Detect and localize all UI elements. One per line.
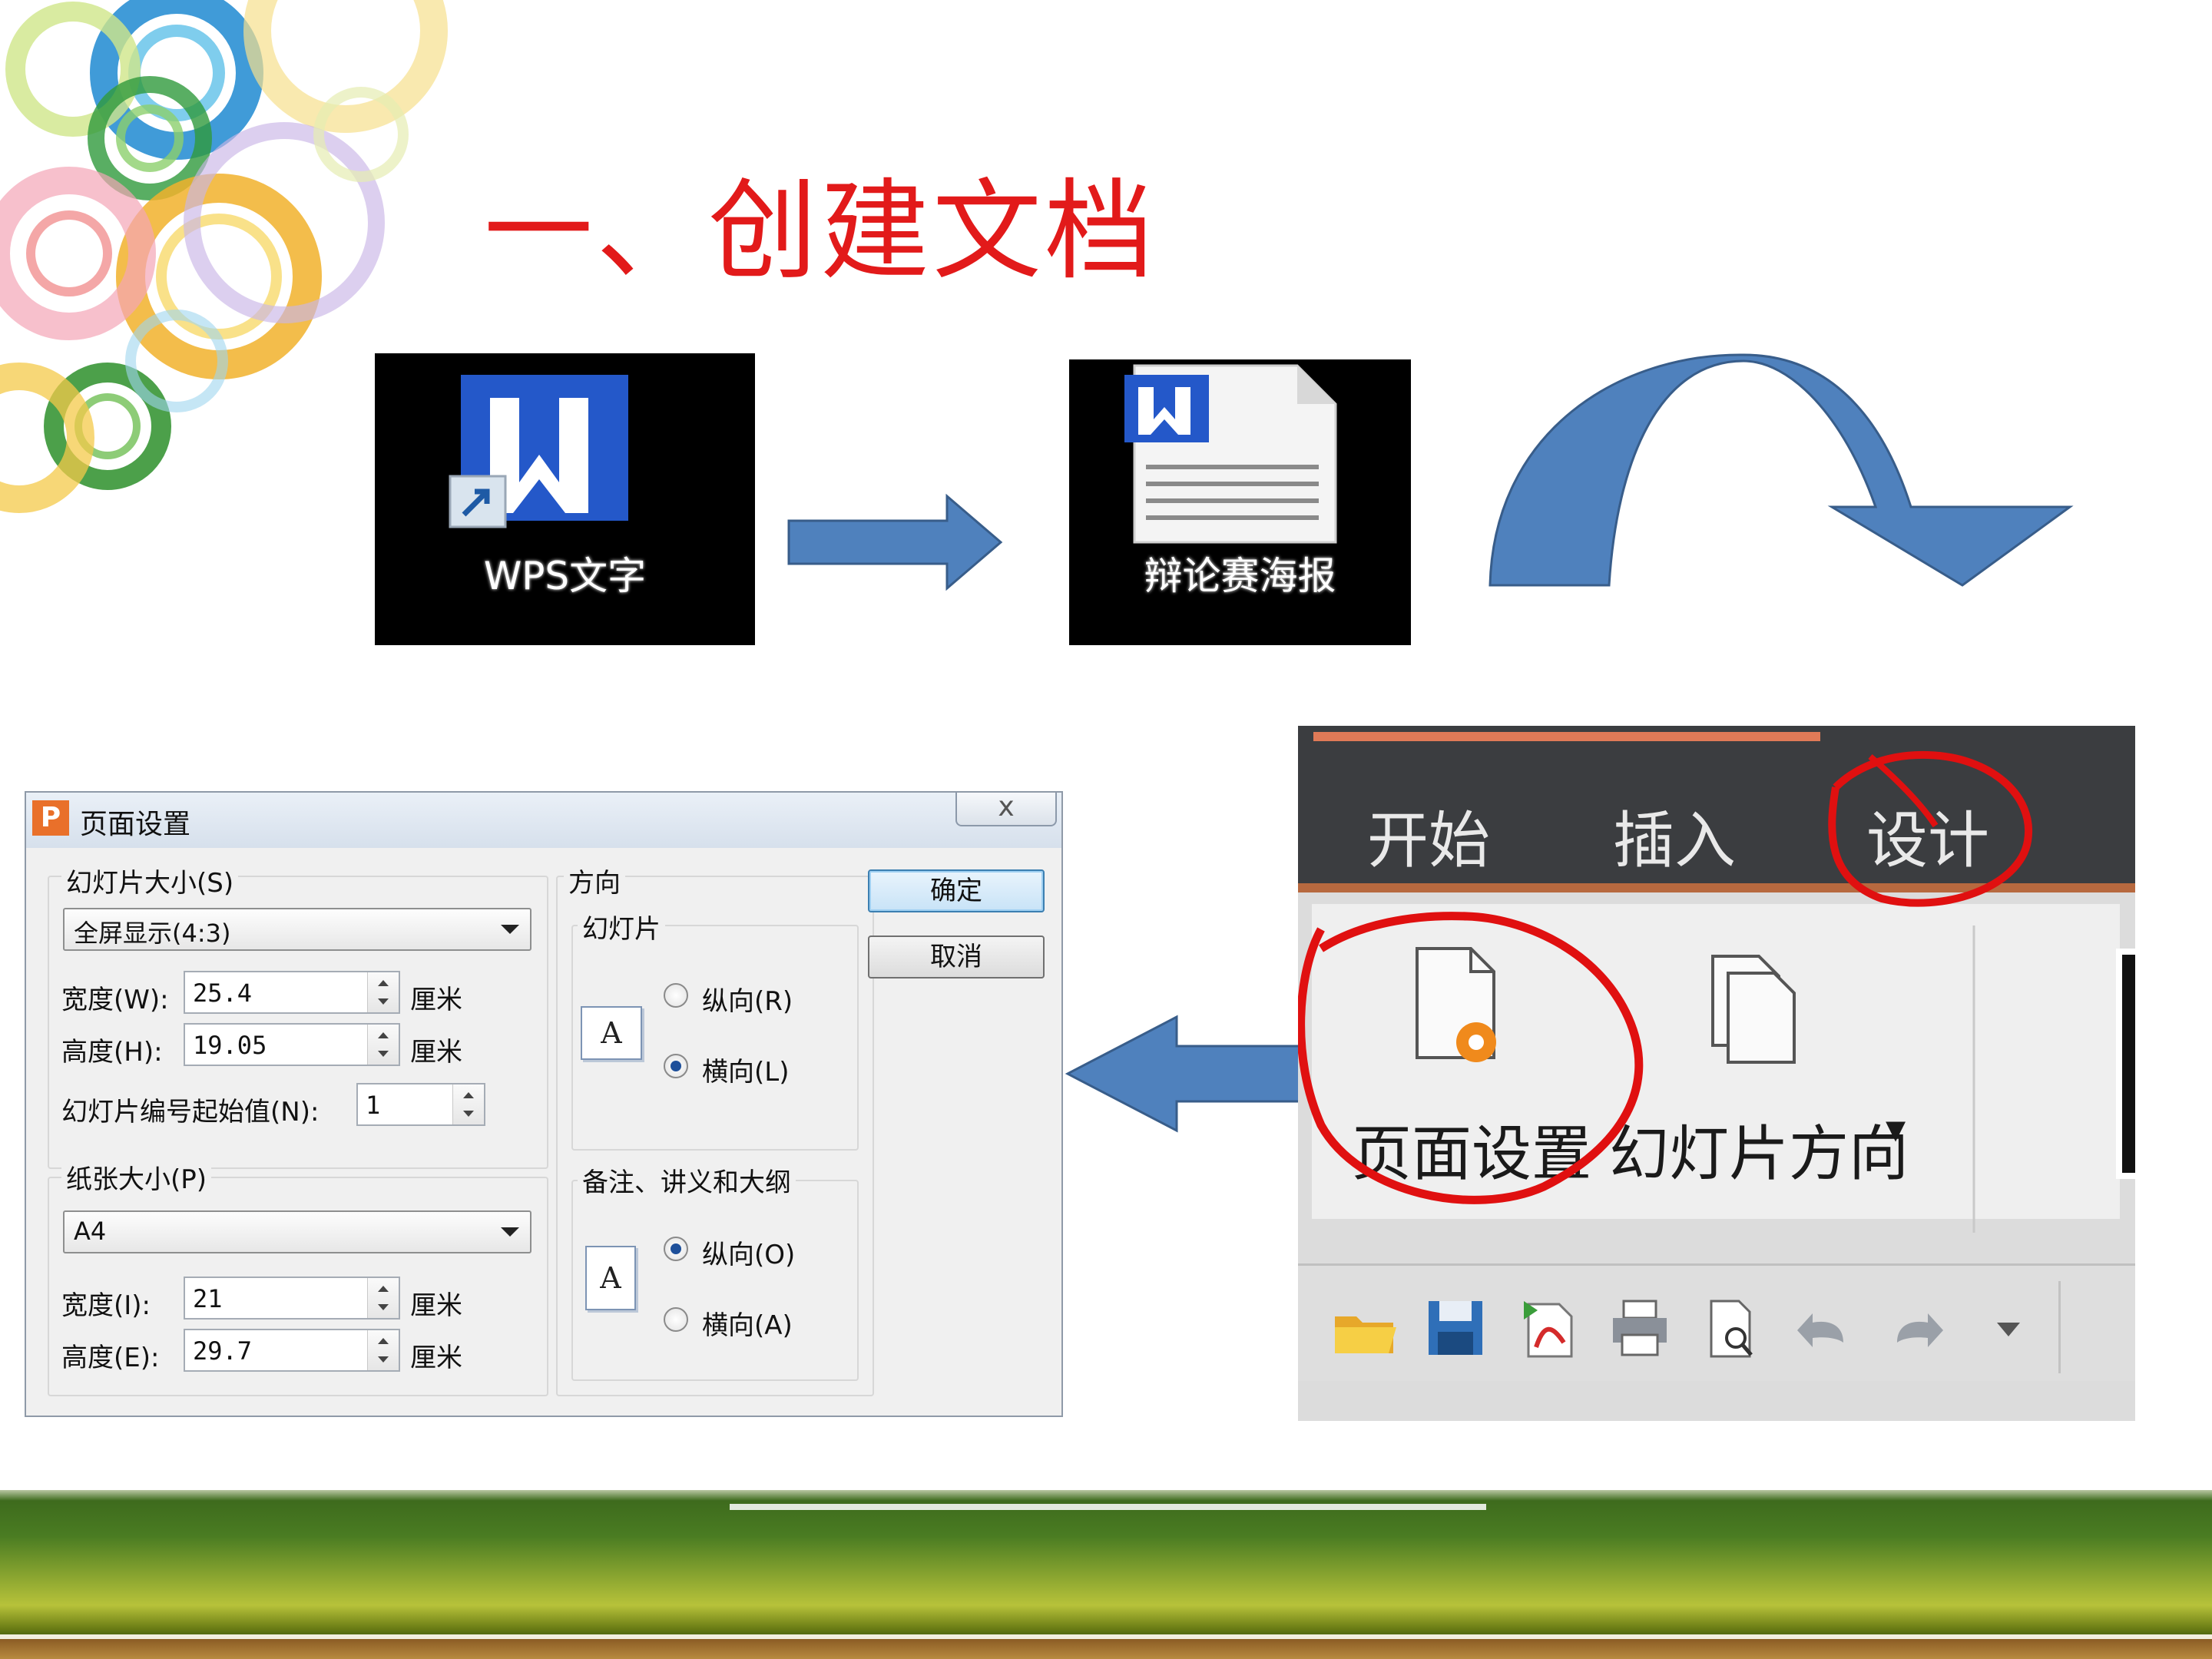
paper-width-label: 宽度(I): <box>61 1290 151 1321</box>
slide-orientation-icon <box>1711 955 1796 1064</box>
debate-poster-label: 辩论赛海报 <box>1144 554 1336 598</box>
landscape-page-icon: A <box>581 1006 642 1060</box>
spin-buttons[interactable] <box>367 1330 399 1370</box>
export-pdf-icon[interactable] <box>1513 1293 1582 1363</box>
slide-height-field[interactable]: 19.05 <box>184 1023 400 1066</box>
footer-band <box>0 1490 2212 1659</box>
start-number-value: 1 <box>366 1091 381 1120</box>
slides-landscape-label[interactable]: 横向(L) <box>702 1051 789 1088</box>
spin-buttons[interactable] <box>367 1278 399 1318</box>
chevron-down-icon[interactable]: ▾ <box>1886 1106 1906 1152</box>
slide-thumbnail[interactable] <box>2116 949 2135 1179</box>
slides-orientation-label: 幻灯片 <box>578 908 665 945</box>
spin-buttons[interactable] <box>452 1084 484 1124</box>
paper-height-label: 高度(E): <box>61 1343 160 1373</box>
slide-width-unit: 厘米 <box>410 985 462 1015</box>
start-number-field[interactable]: 1 <box>356 1083 485 1126</box>
debate-poster-document[interactable]: 辩论赛海报 <box>1069 359 1411 645</box>
slides-portrait-label[interactable]: 纵向(R) <box>702 980 793 1018</box>
open-folder-icon[interactable] <box>1329 1293 1398 1363</box>
notes-portrait-label[interactable]: 纵向(O) <box>702 1233 795 1271</box>
footer-highlight-line <box>730 1504 1486 1510</box>
redo-icon[interactable] <box>1882 1293 1951 1363</box>
slide-height-value: 19.05 <box>193 1031 267 1060</box>
paper-width-unit: 厘米 <box>410 1290 462 1321</box>
paper-size-value: A4 <box>74 1217 107 1246</box>
notes-landscape-radio[interactable] <box>664 1307 688 1332</box>
save-icon[interactable] <box>1421 1293 1490 1363</box>
spin-buttons[interactable] <box>367 1025 399 1065</box>
ribbon-screenshot: 开始 插入 设计 页面设置 幻灯片方向 ▾ <box>1298 726 2135 1421</box>
wps-writer-shortcut[interactable]: WPS文字 <box>375 353 755 645</box>
footer-wood-strip <box>0 1639 2212 1659</box>
wps-writer-shortcut-icon <box>449 375 628 528</box>
page-setup-dialog: P 页面设置 x 幻灯片大小(S) 全屏显示(4:3) 宽度(W): 25.4 … <box>25 791 1063 1417</box>
wps-writer-label: WPS文字 <box>483 554 647 598</box>
slide-size-value: 全屏显示(4:3) <box>74 919 231 948</box>
chevron-down-icon <box>501 925 519 934</box>
slides-landscape-radio[interactable] <box>664 1054 688 1078</box>
chevron-down-icon <box>501 1227 519 1237</box>
slide-size-select[interactable]: 全屏显示(4:3) <box>63 908 531 951</box>
slide-height-label: 高度(H): <box>61 1037 163 1068</box>
notes-portrait-radio[interactable] <box>664 1237 688 1261</box>
page-setup-button[interactable]: 页面设置 <box>1352 1106 1591 1192</box>
ok-button[interactable]: 确定 <box>868 869 1045 912</box>
start-number-label: 幻灯片编号起始值(N): <box>61 1097 320 1128</box>
orientation-group-label: 方向 <box>564 862 625 899</box>
paper-width-value: 21 <box>193 1284 223 1313</box>
quick-access-toolbar <box>1298 1263 2135 1381</box>
dialog-title: 页面设置 <box>80 809 191 840</box>
paper-size-select[interactable]: A4 <box>63 1210 531 1253</box>
slide-title: 一、创建文档 <box>484 168 1157 295</box>
customize-dropdown-icon[interactable] <box>1974 1293 2043 1363</box>
slide-width-field[interactable]: 25.4 <box>184 971 400 1014</box>
slide-size-group-label: 幻灯片大小(S) <box>61 862 239 899</box>
print-preview-icon[interactable] <box>1697 1293 1767 1363</box>
wps-presentation-icon: P <box>32 800 69 836</box>
slide-orientation-button[interactable]: 幻灯片方向 <box>1609 1106 1909 1192</box>
slide-width-value: 25.4 <box>193 979 253 1008</box>
spin-buttons[interactable] <box>367 972 399 1012</box>
slides-portrait-radio[interactable] <box>664 983 688 1008</box>
portrait-page-icon: A <box>585 1246 636 1310</box>
dialog-titlebar: P 页面设置 x <box>26 793 1061 848</box>
notes-orientation-label: 备注、讲义和大纲 <box>578 1161 796 1199</box>
wps-document-file-icon <box>1124 364 1337 544</box>
notes-landscape-label[interactable]: 横向(A) <box>702 1304 793 1342</box>
slide-height-unit: 厘米 <box>410 1037 462 1068</box>
close-button[interactable]: x <box>955 793 1057 826</box>
paper-height-value: 29.7 <box>193 1336 253 1366</box>
undo-icon[interactable] <box>1790 1293 1859 1363</box>
paper-height-unit: 厘米 <box>410 1343 462 1373</box>
paper-size-group-label: 纸张大小(P) <box>61 1158 212 1196</box>
cancel-button[interactable]: 取消 <box>868 935 1045 979</box>
print-icon[interactable] <box>1605 1293 1674 1363</box>
page-setup-icon <box>1416 947 1496 1062</box>
paper-width-field[interactable]: 21 <box>184 1277 400 1320</box>
toolbar-separator <box>2058 1281 2061 1373</box>
slide-width-label: 宽度(W): <box>61 985 169 1015</box>
paper-height-field[interactable]: 29.7 <box>184 1329 400 1372</box>
